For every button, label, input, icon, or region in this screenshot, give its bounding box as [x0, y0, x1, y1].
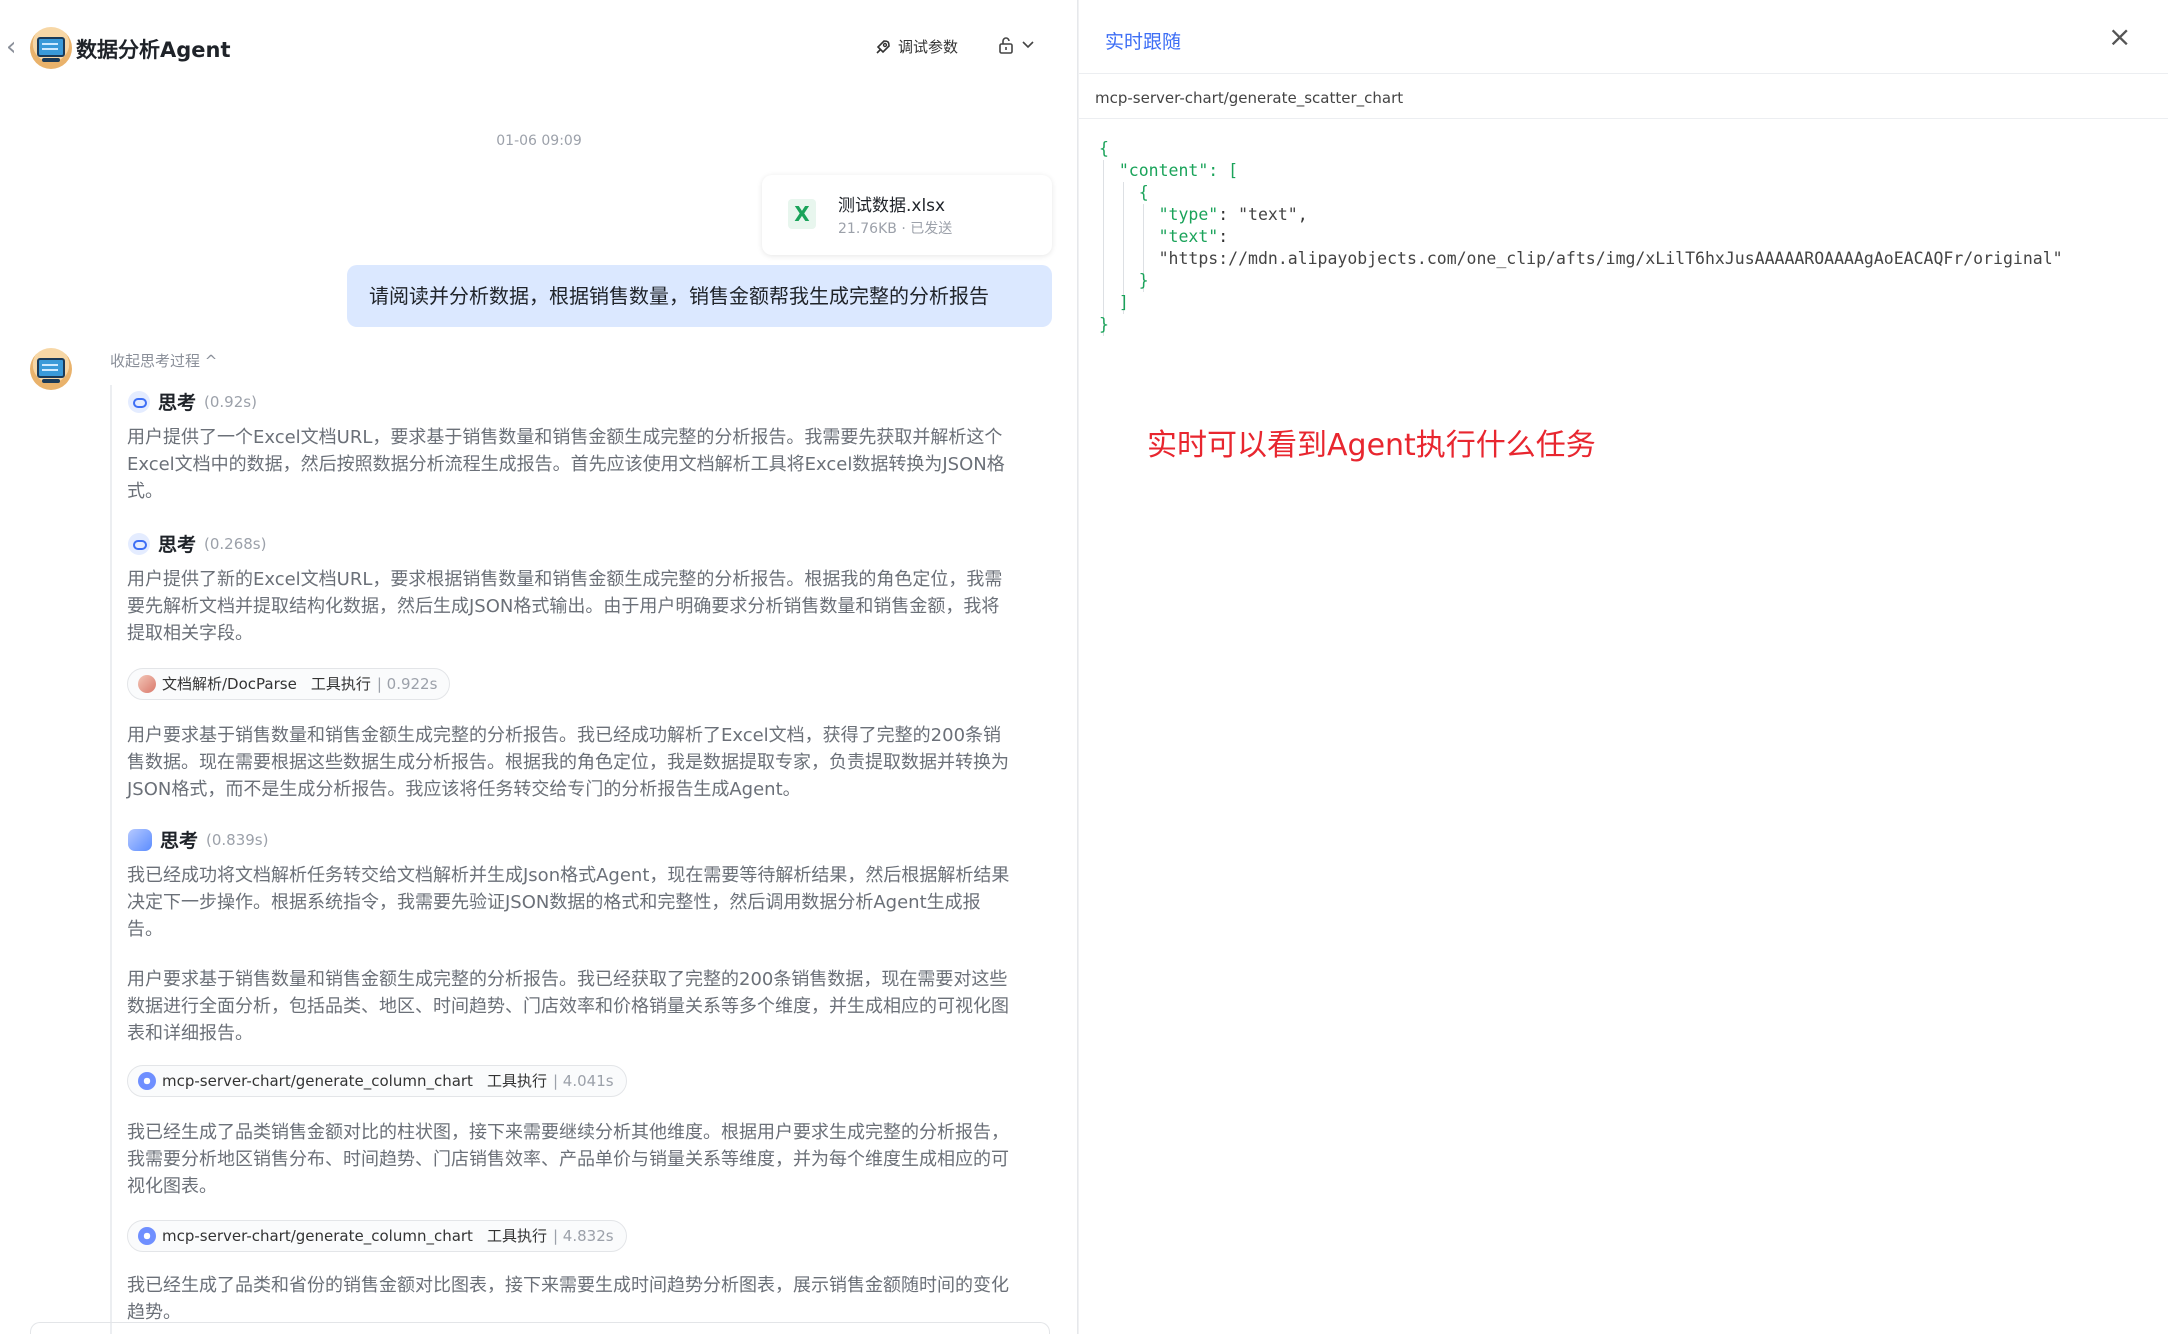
- think-duration: (0.268s): [204, 534, 267, 553]
- json-line: {: [1099, 139, 1109, 158]
- json-line: "type": "text",: [1158, 205, 1308, 224]
- chat-header: ‹ 数据分析Agent 调试参数: [0, 0, 1077, 98]
- docparse-tool-icon: [138, 675, 156, 693]
- tool-name: 文档解析/DocParse: [162, 675, 297, 693]
- think-text: 用户提供了新的Excel文档URL，要求根据销售数量和销售金额生成完整的分析报告…: [127, 569, 1003, 644]
- bot-icon: [128, 532, 150, 555]
- tool-call-chip[interactable]: mcp-server-chart/generate_column_chart 工…: [127, 1065, 627, 1097]
- chat-panel: ‹ 数据分析Agent 调试参数 01-06 09:09 X 测试数据.xlsx…: [0, 0, 1078, 1334]
- json-output: { "content": [ { "type": "text", "text":…: [1099, 138, 2063, 336]
- think-header[interactable]: 思考 (0.92s): [128, 388, 257, 415]
- json-line: ]: [1118, 293, 1129, 312]
- tool-call-chip[interactable]: 文档解析/DocParse 工具执行 | 0.922s: [127, 668, 451, 700]
- think-text: 用户提供了一个Excel文档URL，要求基于销售数量和销售金额生成完整的分析报告…: [127, 427, 1005, 502]
- chevron-left-icon[interactable]: ‹: [6, 34, 16, 60]
- user-message: 请阅读并分析数据，根据销售数量，销售金额帮我生成完整的分析报告: [347, 265, 1052, 327]
- divider: [1079, 118, 2168, 119]
- think-header[interactable]: 思考 (0.839s): [128, 826, 268, 853]
- think-duration: (0.839s): [206, 830, 269, 849]
- file-attachment-card[interactable]: X 测试数据.xlsx 21.76KB · 已发送: [762, 175, 1052, 255]
- tool-exec-label: 工具执行: [486, 1072, 547, 1090]
- json-line: }: [1138, 271, 1149, 290]
- think-text: 我已经成功将文档解析任务转交给文档解析并生成Json格式Agent，现在需要等待…: [127, 865, 1010, 940]
- thinking-timeline-line: [110, 385, 112, 1334]
- json-line: {: [1138, 183, 1149, 202]
- tool-name: mcp-server-chart/generate_column_chart: [162, 1227, 473, 1245]
- annotation-text: 实时可以看到Agent执行什么任务: [1147, 428, 1596, 463]
- excel-file-icon: X: [788, 199, 816, 229]
- divider: [1079, 73, 2168, 74]
- file-name: 测试数据.xlsx: [838, 196, 946, 216]
- mcp-tool-icon: [138, 1227, 156, 1245]
- app-title: 数据分析Agent: [76, 38, 231, 62]
- think-duration: (0.92s): [204, 392, 257, 411]
- collapse-thinking-toggle[interactable]: 收起思考过程 ^: [110, 350, 217, 371]
- agent-avatar: [30, 27, 72, 69]
- chevron-down-icon: [1022, 41, 1034, 49]
- agent-text: 我已经生成了品类和省份的销售金额对比图表，接下来需要生成时间趋势分析图表，展示销…: [127, 1275, 1009, 1323]
- debug-params-button[interactable]: 调试参数: [874, 36, 958, 57]
- close-icon[interactable]: ×: [2108, 22, 2131, 52]
- agent-text: 用户要求基于销售数量和销售金额生成完整的分析报告。我已经获取了完整的200条销售…: [127, 969, 1009, 1044]
- lock-dropdown[interactable]: [998, 36, 1034, 54]
- rocket-icon: [876, 39, 890, 54]
- tool-name: mcp-server-chart/generate_column_chart: [162, 1072, 473, 1090]
- tool-time: | 4.041s: [552, 1072, 614, 1090]
- think-label: 思考: [158, 392, 197, 414]
- message-timestamp: 01-06 09:09: [496, 133, 582, 149]
- debug-params-label: 调试参数: [898, 38, 959, 56]
- think-header[interactable]: 思考 (0.268s): [128, 530, 266, 557]
- tool-time: | 4.832s: [552, 1227, 614, 1245]
- lock-icon: [999, 37, 1013, 54]
- bot-avatar: [30, 348, 72, 390]
- tool-time: | 0.922s: [376, 675, 438, 693]
- tool-exec-label: 工具执行: [310, 675, 371, 693]
- panel-title[interactable]: 实时跟随: [1105, 27, 1181, 54]
- agent-text: 我已经生成了品类销售金额对比的柱状图，接下来需要继续分析其他维度。根据用户要求生…: [127, 1122, 1009, 1197]
- json-line: "content": [: [1118, 161, 1239, 180]
- file-meta: 21.76KB · 已发送: [838, 221, 953, 237]
- input-box-edge[interactable]: [30, 1322, 1050, 1334]
- tool-call-chip[interactable]: mcp-server-chart/generate_column_chart 工…: [127, 1220, 627, 1252]
- chat-bubble-icon: [128, 828, 152, 851]
- think-label: 思考: [160, 830, 199, 852]
- json-line: "text":: [1158, 227, 1229, 246]
- live-follow-panel: 实时跟随 × mcp-server-chart/generate_scatter…: [1079, 0, 2168, 1334]
- think-label: 思考: [158, 534, 197, 556]
- tool-exec-label: 工具执行: [486, 1227, 547, 1245]
- bot-icon: [128, 390, 150, 413]
- tool-path: mcp-server-chart/generate_scatter_chart: [1095, 89, 1404, 107]
- json-line: }: [1099, 315, 1109, 334]
- json-line: "https://mdn.alipayobjects.com/one_clip/…: [1158, 249, 2063, 268]
- mcp-tool-icon: [138, 1072, 156, 1090]
- agent-text: 用户要求基于销售数量和销售金额生成完整的分析报告。我已经成功解析了Excel文档…: [127, 725, 1009, 800]
